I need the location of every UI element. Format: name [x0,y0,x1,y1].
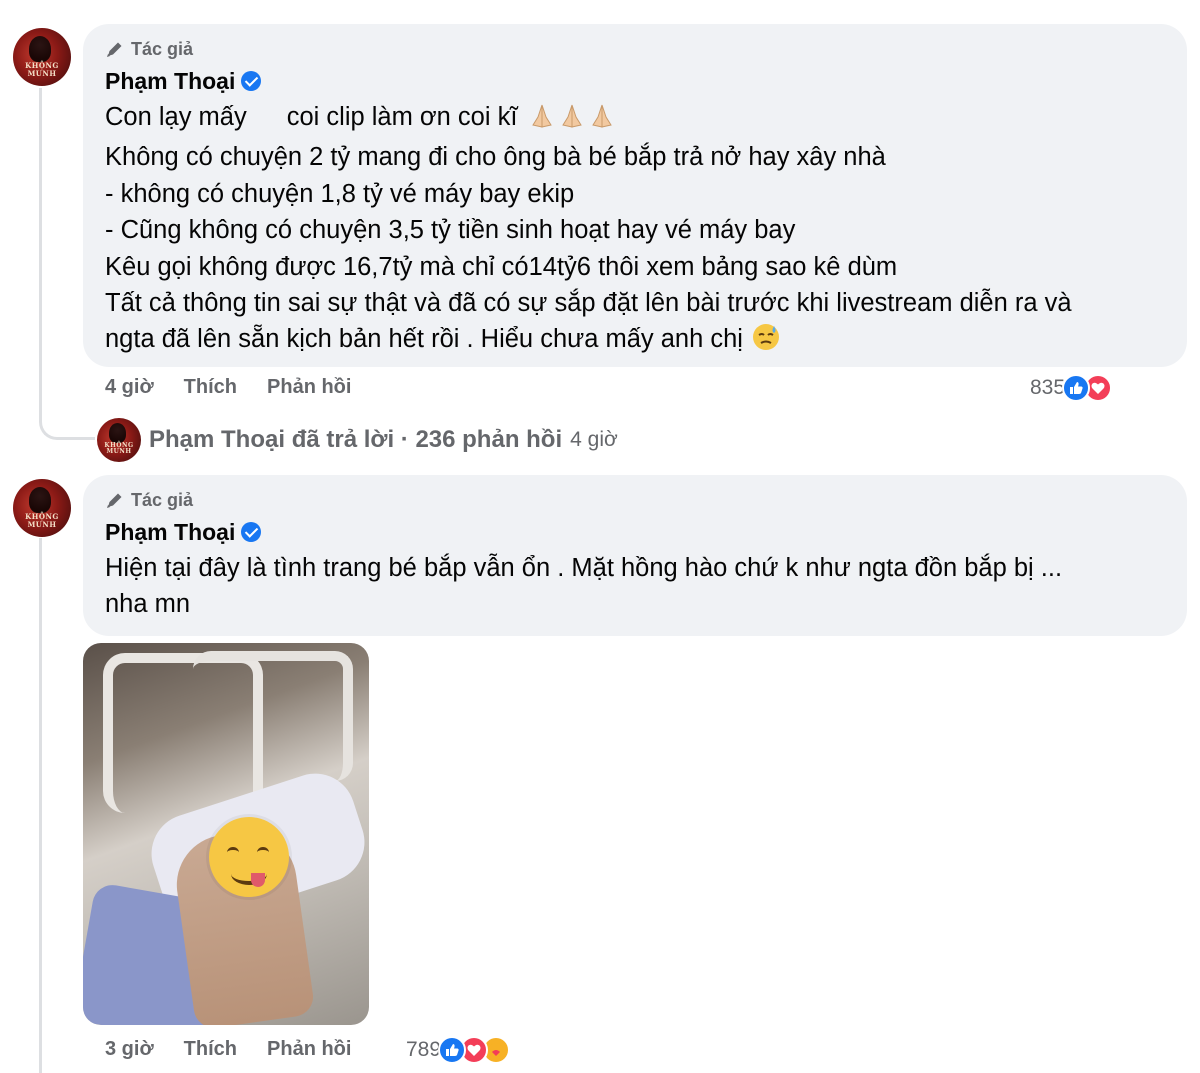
reply-button[interactable]: Phản hồi [267,1038,351,1061]
comment-time[interactable]: 4 giờ [105,376,154,399]
reply-button[interactable]: Phản hồi [267,376,351,399]
avatar[interactable]: KHỘNG MUNH [13,28,71,86]
author-name[interactable]: Phạm Thoại [105,68,235,95]
badge-label: Tác giả [131,489,194,510]
comment-bubble: Tác giả Phạm Thoại Con lạy mấy coi clip l… [83,24,1187,367]
praying-hands-icon [527,103,617,139]
comment-actions: 4 giờ Thích Phản hồi [105,376,381,399]
pen-icon [105,39,125,59]
comment-line: Con lạy mấy coi clip làm ơn coi kĩ [105,99,1165,139]
comment-line: Kêu gọi không được 16,7tỷ mà chỉ có14tỷ6… [105,252,898,281]
avatar-figure [109,423,126,443]
reply-summary[interactable]: KHỘNG MUNH Phạm Thoại đã trả lời · 236 p… [97,418,618,462]
comment-text-part: Con lạy mấy [105,103,247,131]
avatar-text: KHỘNG MUNH [25,512,59,529]
bed-rail [193,651,353,781]
thread-line [39,538,42,1073]
avatar-text: KHỘNG MUNH [104,442,134,455]
author-name[interactable]: Phạm Thoại [105,519,235,546]
comment-line: Không có chuyện 2 tỷ mang đi cho ông bà … [105,143,886,172]
reaction-count: 835 [1030,376,1066,399]
comment-bubble: Tác giả Phạm Thoại Hiện tại đây là tình … [83,475,1187,636]
comment-text-part: ngta đã lên sẵn kịch bản hết rồi . Hiểu … [105,325,743,354]
comment-time[interactable]: 3 giờ [105,1038,154,1061]
author-name-row[interactable]: Phạm Thoại [105,66,1165,96]
reaction-summary[interactable]: 789 [406,1036,511,1064]
author-badge: Tác giả [105,38,1165,60]
avatar-figure [29,487,51,513]
comment-actions: 3 giờ Thích Phản hồi [105,1038,381,1061]
avatar-figure [29,36,51,62]
like-button[interactable]: Thích [184,1038,237,1061]
reply-summary-time: 4 giờ [570,428,618,451]
like-icon [1062,374,1091,402]
author-name-row[interactable]: Phạm Thoại [105,517,1165,547]
verified-icon [241,71,262,91]
comment-line: nha mn [105,590,191,619]
pen-icon [105,490,125,510]
like-button[interactable]: Thích [184,376,237,399]
face-savoring-food-icon [209,817,289,897]
attached-photo[interactable] [83,643,369,1025]
comment-line: - Cũng không có chuyện 3,5 tỷ tiền sinh … [105,216,796,245]
comment-line: ngta đã lên sẵn kịch bản hết rồi . Hiểu … [105,321,1165,361]
badge-label: Tác giả [131,38,194,59]
comment-text-part: coi clip làm ơn coi kĩ [286,103,518,131]
avatar: KHỘNG MUNH [97,418,141,462]
comment-line: - không có chuyện 1,8 tỷ vé máy bay ekip [105,179,575,208]
reaction-summary[interactable]: 835 [1030,374,1113,402]
reply-summary-text[interactable]: Phạm Thoại đã trả lời · 236 phản hồi [149,426,562,454]
comment-line: Tất cả thông tin sai sự thật và đã có sự… [105,289,1072,318]
thread-connector [39,402,95,440]
sweat-face-icon [752,323,780,361]
avatar-text: KHỘNG MUNH [25,61,59,78]
author-badge: Tác giả [105,489,1165,511]
reaction-count: 789 [406,1038,442,1061]
comment-line: Hiện tại đây là tình trang bé bắp vẫn ổn… [105,554,1063,582]
avatar[interactable]: KHỘNG MUNH [13,479,71,537]
thread-line [39,88,42,402]
verified-icon [241,522,262,542]
like-icon [438,1036,467,1064]
